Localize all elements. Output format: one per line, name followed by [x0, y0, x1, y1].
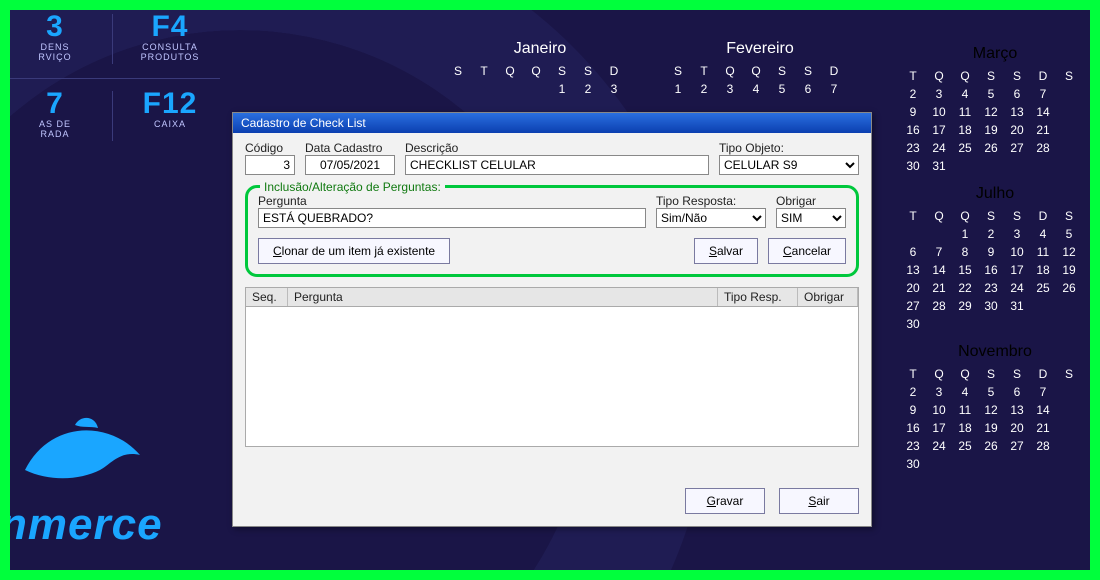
fkey-label-1: DENS	[20, 42, 90, 52]
group-legend: Inclusão/Alteração de Perguntas:	[260, 180, 445, 194]
fkey-big: F12	[135, 89, 205, 119]
month-name: Julho	[900, 185, 1090, 203]
calendar-table: TQQSSDS234567910111213141617181920212324…	[900, 67, 1082, 175]
codigo-input[interactable]	[245, 155, 295, 175]
fkey-big: F4	[135, 12, 205, 42]
codigo-label: Código	[245, 141, 295, 155]
gravar-button[interactable]: Gravar	[685, 488, 765, 514]
obrigar-select[interactable]: SIM	[776, 208, 846, 228]
calendar-block-janeiro: Janeiro STQQSSD123	[445, 40, 635, 98]
perguntas-grid[interactable]: Seq. Pergunta Tipo Resp. Obrigar	[245, 287, 859, 447]
brand-text: nmerce	[10, 500, 163, 550]
fkey-label-2: PRODUTOS	[135, 52, 205, 62]
month-name: Novembro	[900, 343, 1090, 361]
calendar-table: TQQSSDS234567910111213141617181920212324…	[900, 365, 1082, 473]
calendar-block-fevereiro: Fevereiro STQQSSD1234567	[665, 40, 855, 98]
calendar-table: STQQSSD123	[445, 62, 627, 98]
fkey-label-2: RVIÇO	[20, 52, 90, 62]
dolphin-icon	[20, 410, 150, 490]
tipo-resposta-label: Tipo Resposta:	[656, 194, 766, 208]
sair-button[interactable]: Sair	[779, 488, 859, 514]
tipo-objeto-label: Tipo Objeto:	[719, 141, 859, 155]
fkey-row-2: 7 AS DE RADA F12 CAIXA	[10, 87, 220, 155]
cancelar-button[interactable]: Cancelar	[768, 238, 846, 264]
app-background: 3 DENS RVIÇO F4 CONSULTA PRODUTOS 7 AS D…	[10, 10, 1090, 570]
dialog-title: Cadastro de Check List	[241, 116, 366, 130]
fkey-tile[interactable]: F4 CONSULTA PRODUTOS	[125, 10, 215, 68]
calendar-block-novembro: Novembro TQQSSDS234567910111213141617181…	[900, 343, 1090, 473]
pergunta-input[interactable]	[258, 208, 646, 228]
col-tiporesp[interactable]: Tipo Resp.	[718, 288, 798, 306]
data-input[interactable]	[305, 155, 395, 175]
calendar-table: STQQSSD1234567	[665, 62, 847, 98]
calendar-table: TQQSSDS123456789101112131415161718192021…	[900, 207, 1082, 333]
pergunta-group: Inclusão/Alteração de Perguntas: Pergunt…	[245, 185, 859, 277]
fkey-divider	[112, 91, 113, 141]
calendar-block-julho: Julho TQQSSDS123456789101112131415161718…	[900, 185, 1090, 333]
descricao-label: Descrição	[405, 141, 709, 155]
fkey-label-2: RADA	[20, 129, 90, 139]
col-seq[interactable]: Seq.	[246, 288, 288, 306]
descricao-input[interactable]	[405, 155, 709, 175]
dialog-titlebar[interactable]: Cadastro de Check List	[233, 113, 871, 133]
pergunta-label: Pergunta	[258, 194, 646, 208]
col-pergunta[interactable]: Pergunta	[288, 288, 718, 306]
fkey-label-1: AS DE	[20, 119, 90, 129]
fkey-separator	[10, 78, 220, 79]
header-row: Código Data Cadastro Descrição Tipo Obje…	[245, 141, 859, 175]
fkey-big: 3	[20, 12, 90, 42]
clone-button[interactable]: Clonar de um item já existente	[258, 238, 450, 264]
fkey-divider	[112, 14, 113, 64]
checklist-dialog: Cadastro de Check List Código Data Cadas…	[232, 112, 872, 527]
dialog-body: Código Data Cadastro Descrição Tipo Obje…	[233, 133, 871, 457]
fkey-label-1: CONSULTA	[135, 42, 205, 52]
month-name: Janeiro	[445, 40, 635, 58]
col-obrigar[interactable]: Obrigar	[798, 288, 858, 306]
tipo-objeto-select[interactable]: CELULAR S9	[719, 155, 859, 175]
fkey-row-1: 3 DENS RVIÇO F4 CONSULTA PRODUTOS	[10, 10, 220, 78]
fkey-tile[interactable]: 3 DENS RVIÇO	[10, 10, 100, 68]
month-name: Fevereiro	[665, 40, 855, 58]
tipo-resposta-select[interactable]: Sim/Não	[656, 208, 766, 228]
dialog-bottom-actions: Gravar Sair	[685, 488, 859, 514]
fkey-label-1: CAIXA	[135, 119, 205, 129]
salvar-button[interactable]: Salvar	[694, 238, 758, 264]
grid-header: Seq. Pergunta Tipo Resp. Obrigar	[246, 288, 858, 307]
calendar-right-column: Março TQQSSDS234567910111213141617181920…	[900, 45, 1090, 473]
calendar-block-marco: Março TQQSSDS234567910111213141617181920…	[900, 45, 1090, 175]
fkey-big: 7	[20, 89, 90, 119]
obrigar-label: Obrigar	[776, 194, 846, 208]
fkey-tile[interactable]: 7 AS DE RADA	[10, 87, 100, 145]
data-label: Data Cadastro	[305, 141, 395, 155]
month-name: Março	[900, 45, 1090, 63]
fkey-panel: 3 DENS RVIÇO F4 CONSULTA PRODUTOS 7 AS D…	[10, 10, 220, 155]
fkey-tile[interactable]: F12 CAIXA	[125, 87, 215, 145]
